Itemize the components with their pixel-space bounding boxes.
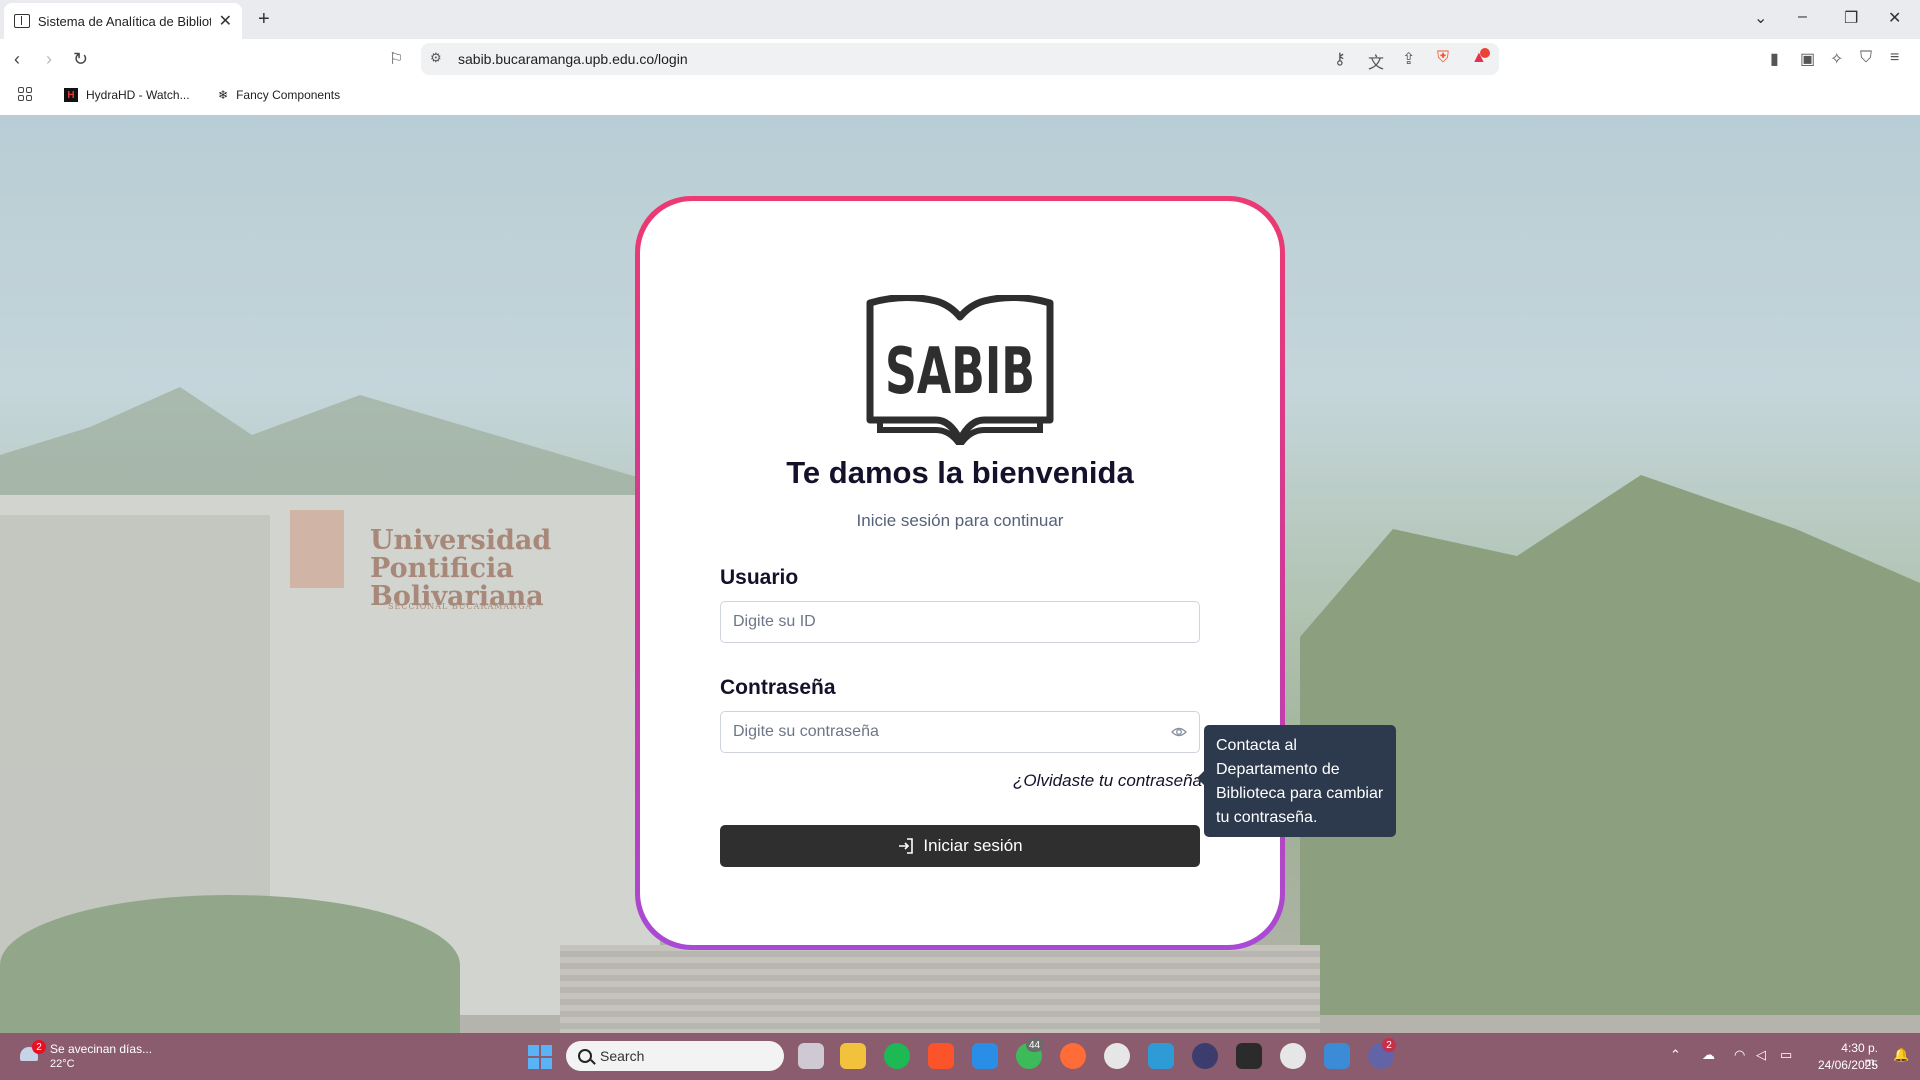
brave-shield-icon[interactable]: ⛨ [1437, 49, 1449, 67]
user-label: Usuario [720, 566, 799, 589]
sabib-logo: SABIB [866, 293, 1054, 451]
key-icon[interactable]: ⚷ [1334, 49, 1346, 69]
task-view-icon[interactable] [798, 1043, 824, 1069]
weather-text[interactable]: Se avecinan días... [50, 1042, 152, 1056]
wifi-icon[interactable]: ◠ [1734, 1047, 1745, 1063]
university-sign: Universidad Pontificia Bolivariana [370, 527, 551, 611]
snowflake-icon: ❄ [218, 88, 229, 102]
book-favicon-icon [14, 14, 30, 28]
password-help-tooltip: Contacta al Departamento de Biblioteca p… [1197, 725, 1396, 837]
vs-icon[interactable] [1148, 1043, 1174, 1069]
forward-icon[interactable]: › [46, 49, 52, 70]
welcome-title: Te damos la bienvenida [786, 455, 1134, 490]
bookmark-icon[interactable]: ⚐ [389, 49, 403, 69]
menu-icon[interactable]: ≡ [1890, 49, 1899, 67]
taskbar-search[interactable]: Search [566, 1041, 784, 1071]
close-tab-icon[interactable]: ✕ [219, 11, 232, 31]
teams-badge: 2 [1382, 1038, 1396, 1052]
university-sign-sub: SECCIONAL BUCARAMANGA [388, 602, 533, 611]
onedrive-icon[interactable]: ☁ [1702, 1047, 1715, 1063]
rewards-badge [1480, 48, 1490, 58]
sidebar-icon[interactable]: ▮ [1770, 49, 1779, 69]
vscode-icon[interactable] [972, 1043, 998, 1069]
tab-strip [0, 0, 1920, 39]
restore-icon[interactable]: ❐ [1844, 8, 1858, 28]
terminal-icon[interactable] [1236, 1043, 1262, 1069]
minimize-icon[interactable]: – [1798, 8, 1807, 26]
windows-start-icon[interactable] [528, 1045, 552, 1069]
wallet-icon[interactable]: ▣ [1800, 49, 1815, 69]
reload-icon[interactable]: ↻ [73, 49, 88, 70]
back-icon[interactable]: ‹ [14, 49, 20, 70]
share-icon[interactable]: ⇪ [1402, 49, 1415, 69]
bookmark-hydrahd[interactable]: H HydraHD - Watch... [64, 88, 190, 102]
translate-icon[interactable]: 文 [1368, 49, 1384, 73]
browser-tab[interactable]: Sistema de Analítica de Biblioteca ✕ [4, 3, 242, 39]
sign-line-2: Pontificia [370, 553, 514, 584]
weather-temp: 22°C [50, 1058, 75, 1070]
notifications-icon[interactable]: 🔔 [1893, 1047, 1909, 1063]
clock-date[interactable]: 24/06/2025 [1810, 1058, 1878, 1072]
sign-line-1: Universidad [370, 525, 552, 556]
volume-icon[interactable]: ◁ [1756, 1047, 1766, 1063]
logo-text: SABIB [885, 335, 1035, 409]
weather-badge: 2 [32, 1040, 46, 1054]
new-tab-icon[interactable]: + [258, 8, 270, 31]
login-button-label: Iniciar sesión [923, 836, 1023, 855]
login-subtitle: Inicie sesión para continuar [856, 511, 1064, 530]
postman-icon[interactable] [1060, 1043, 1086, 1069]
battery-icon[interactable]: ▭ [1780, 1047, 1792, 1063]
lock-app-icon[interactable] [1192, 1043, 1218, 1069]
sign-in-icon [899, 838, 914, 854]
tab-search-icon[interactable]: ⌄ [1754, 8, 1767, 28]
bookmark-fancy-components[interactable]: ❄ Fancy Components [218, 88, 340, 102]
password-label: Contraseña [720, 676, 836, 699]
bookmark-label: HydraHD - Watch... [86, 88, 190, 102]
leo-ai-icon[interactable]: ✧ [1830, 49, 1843, 69]
search-icon [578, 1049, 592, 1063]
brave-browser-icon[interactable] [928, 1043, 954, 1069]
show-password-eye-icon[interactable] [1171, 724, 1187, 740]
hydrahd-favicon-icon: H [64, 88, 78, 102]
password-input[interactable] [720, 711, 1200, 753]
user-id-input[interactable] [720, 601, 1200, 643]
apps-grid-icon[interactable] [18, 87, 32, 101]
tray-chevron-icon[interactable]: ⌃ [1670, 1047, 1681, 1063]
app-icon-2[interactable] [1280, 1043, 1306, 1069]
site-info-icon[interactable]: ⚙ [430, 50, 442, 66]
notepad-icon[interactable] [1324, 1043, 1350, 1069]
close-window-icon[interactable]: ✕ [1888, 8, 1901, 28]
bookmark-label: Fancy Components [236, 88, 341, 102]
file-explorer-icon[interactable] [840, 1043, 866, 1069]
url-text[interactable]: sabib.bucaramanga.upb.edu.co/login [458, 51, 688, 67]
spotify-icon[interactable] [884, 1043, 910, 1069]
forgot-password-link[interactable]: ¿Olvidaste tu contraseña? [1013, 771, 1211, 791]
tab-title: Sistema de Analítica de Biblioteca [37, 13, 211, 29]
login-button[interactable]: Iniciar sesión [720, 825, 1200, 867]
whatsapp-badge: 44 [1026, 1038, 1044, 1052]
app-icon-1[interactable] [1104, 1043, 1130, 1069]
vpn-icon[interactable]: ⛉ [1860, 49, 1872, 67]
taskbar [0, 1033, 1920, 1080]
